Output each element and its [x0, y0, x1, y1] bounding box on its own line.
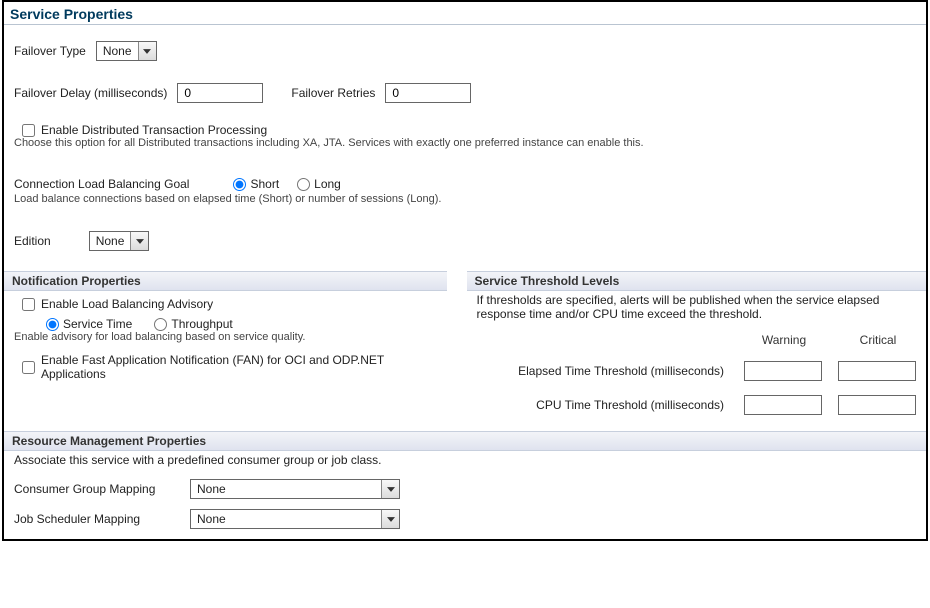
dtp-hint: Choose this option for all Distributed t…	[4, 137, 926, 155]
edition-value: None	[90, 234, 131, 248]
advisory-hint: Enable advisory for load balancing based…	[4, 329, 447, 343]
clb-goal-label: Connection Load Balancing Goal	[14, 177, 189, 191]
cpu-warning-input[interactable]	[744, 395, 822, 415]
edition-select[interactable]: None	[89, 231, 150, 251]
elapsed-critical-input[interactable]	[838, 361, 916, 381]
clb-short-option[interactable]: Short	[233, 177, 279, 191]
clb-short-label: Short	[250, 177, 279, 191]
clb-short-radio[interactable]	[233, 178, 246, 191]
cpu-threshold-label: CPU Time Threshold (milliseconds)	[473, 398, 730, 412]
consumer-group-select[interactable]: None	[190, 479, 400, 499]
job-scheduler-label: Job Scheduler Mapping	[14, 512, 174, 526]
service-time-label: Service Time	[63, 317, 132, 331]
throughput-option[interactable]: Throughput	[154, 317, 232, 331]
failover-delay-label: Failover Delay (milliseconds)	[14, 86, 167, 100]
clb-long-option[interactable]: Long	[297, 177, 341, 191]
service-time-radio[interactable]	[46, 318, 59, 331]
throughput-label: Throughput	[171, 317, 232, 331]
chevron-down-icon	[130, 232, 148, 250]
clb-long-label: Long	[314, 177, 341, 191]
threshold-desc: If thresholds are specified, alerts will…	[467, 291, 926, 325]
edition-label: Edition	[14, 234, 51, 248]
failover-retries-label: Failover Retries	[291, 86, 375, 100]
elapsed-threshold-label: Elapsed Time Threshold (milliseconds)	[473, 364, 730, 378]
consumer-group-label: Consumer Group Mapping	[14, 482, 174, 496]
failover-retries-input[interactable]	[385, 83, 471, 103]
resource-header: Resource Management Properties	[4, 431, 926, 451]
failover-type-label: Failover Type	[14, 44, 86, 58]
elapsed-warning-input[interactable]	[744, 361, 822, 381]
page-title: Service Properties	[4, 2, 926, 25]
resource-desc: Associate this service with a predefined…	[4, 451, 926, 471]
chevron-down-icon	[381, 510, 399, 528]
clb-long-radio[interactable]	[297, 178, 310, 191]
failover-delay-input[interactable]	[177, 83, 263, 103]
job-scheduler-select[interactable]: None	[190, 509, 400, 529]
critical-column-header: Critical	[838, 333, 918, 347]
notification-header: Notification Properties	[4, 271, 447, 291]
enable-lb-advisory-label: Enable Load Balancing Advisory	[41, 297, 213, 311]
warning-column-header: Warning	[744, 333, 824, 347]
enable-fan-label: Enable Fast Application Notification (FA…	[41, 353, 419, 381]
chevron-down-icon	[138, 42, 156, 60]
failover-type-value: None	[97, 44, 138, 58]
cpu-critical-input[interactable]	[838, 395, 916, 415]
failover-type-select[interactable]: None	[96, 41, 157, 61]
enable-dtp-checkbox[interactable]	[22, 124, 35, 137]
enable-fan-checkbox[interactable]	[22, 361, 35, 374]
enable-dtp-label: Enable Distributed Transaction Processin…	[41, 123, 267, 137]
clb-hint: Load balance connections based on elapse…	[4, 193, 926, 205]
chevron-down-icon	[381, 480, 399, 498]
throughput-radio[interactable]	[154, 318, 167, 331]
consumer-group-value: None	[191, 482, 381, 496]
enable-lb-advisory-checkbox[interactable]	[22, 298, 35, 311]
threshold-header: Service Threshold Levels	[467, 271, 926, 291]
service-time-option[interactable]: Service Time	[46, 317, 132, 331]
job-scheduler-value: None	[191, 512, 381, 526]
